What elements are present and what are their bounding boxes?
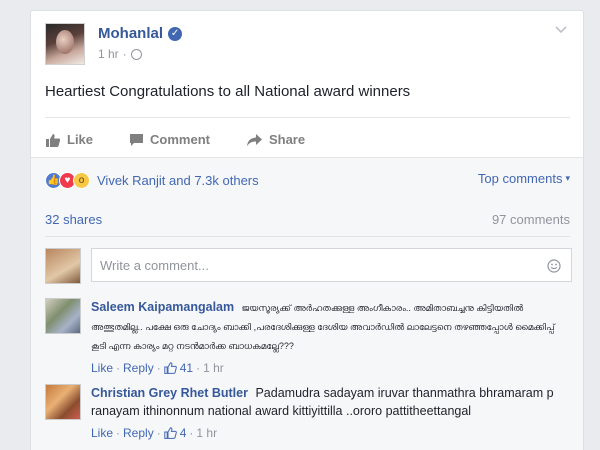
post-actions: Like Comment Share — [45, 117, 570, 161]
share-button[interactable]: Share — [246, 132, 305, 147]
comment-actions: Like · Reply · 4 · 1 hr — [91, 424, 570, 442]
counts-row: 32 shares 97 comments — [45, 212, 570, 230]
separator: · — [116, 426, 121, 440]
share-arrow-icon — [246, 133, 262, 146]
like-button[interactable]: Like — [45, 132, 93, 147]
comment-reply-link[interactable]: Reply — [123, 424, 154, 442]
globe-icon[interactable] — [130, 48, 142, 60]
comment-like-link[interactable]: Like — [91, 359, 113, 377]
wow-reaction-icon[interactable]: o — [73, 171, 90, 189]
author-avatar[interactable] — [45, 23, 85, 65]
smiley-icon[interactable] — [547, 259, 561, 273]
comment-input[interactable]: Write a comment... — [91, 248, 572, 282]
separator: · — [116, 361, 121, 375]
separator: · — [196, 361, 201, 375]
share-label: Share — [268, 132, 306, 147]
separator: · — [156, 361, 161, 375]
comment-button[interactable]: Comment — [129, 132, 210, 147]
comment-bubble-icon — [130, 133, 144, 146]
comment-input-placeholder: Write a comment... — [100, 258, 209, 273]
thumbs-up-outline-icon — [164, 362, 177, 374]
feedback-area: 👍 ♥ o Vivek Ranjit and 7.3k others Top c… — [31, 157, 583, 450]
reactions-row: 👍 ♥ o Vivek Ranjit and 7.3k others Top c… — [45, 170, 570, 190]
comments-count[interactable]: 97 comments — [492, 212, 570, 227]
author-name[interactable]: Mohanlal ✓ — [98, 25, 183, 42]
comment-label: Comment — [150, 132, 210, 147]
comment-body: Saleem Kaipamangalam ജയസൂര്യക്ക് അർഹതക്ക… — [91, 298, 570, 377]
commenter-avatar[interactable] — [45, 298, 81, 334]
comment-like-count[interactable]: 4 — [180, 424, 187, 442]
caret-down-icon: ▾ — [565, 173, 570, 183]
top-comments-label: Top comments — [477, 171, 563, 186]
comment-like-count[interactable]: 41 — [180, 359, 193, 377]
comment-time[interactable]: 1 hr — [203, 359, 224, 377]
comment-body: Christian Grey Rhet Butler Padamudra sad… — [91, 384, 570, 442]
comment-actions: Like · Reply · 41 · 1 hr — [91, 359, 570, 377]
top-comments-dropdown[interactable]: Top comments ▾ — [478, 171, 570, 186]
post-header: Mohanlal ✓ 1 hr · — [45, 23, 570, 75]
separator: · — [189, 426, 194, 440]
reactions-summary[interactable]: Vivek Ranjit and 7.3k others — [97, 173, 259, 188]
separator: · — [156, 426, 161, 440]
post-time[interactable]: 1 hr — [98, 47, 119, 61]
verified-check-icon: ✓ — [168, 26, 183, 41]
commenter-avatar[interactable] — [45, 384, 81, 420]
author-name-text[interactable]: Mohanlal — [98, 25, 163, 42]
comment-reply-link[interactable]: Reply — [123, 359, 154, 377]
chevron-down-icon[interactable] — [554, 25, 570, 39]
comment-like-link[interactable]: Like — [91, 424, 113, 442]
like-label: Like — [67, 132, 94, 147]
meta-separator: · — [122, 47, 127, 61]
post-text: Heartiest Congratulations to all Nationa… — [45, 83, 411, 100]
post-card: Mohanlal ✓ 1 hr · Heartiest Congratulati… — [30, 10, 584, 450]
thumbs-up-outline-icon — [164, 427, 177, 439]
comment-composer: Write a comment... — [45, 248, 572, 284]
comment-author[interactable]: Saleem Kaipamangalam — [91, 300, 234, 314]
thumbs-up-icon — [46, 133, 61, 147]
shares-count[interactable]: 32 shares — [45, 212, 102, 227]
post-meta: 1 hr · — [98, 47, 142, 61]
comment-author[interactable]: Christian Grey Rhet Butler — [91, 386, 248, 400]
viewer-avatar — [45, 248, 81, 284]
divider — [45, 236, 570, 237]
comment-time[interactable]: 1 hr — [196, 424, 217, 442]
